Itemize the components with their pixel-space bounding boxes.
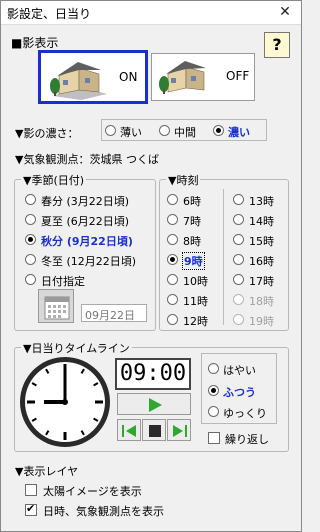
time-9-label: 9時 <box>182 252 205 270</box>
step-forward-button[interactable] <box>167 419 191 441</box>
time-11-label: 11時 <box>183 295 208 308</box>
house-shadow-icon <box>50 62 107 100</box>
date-field[interactable]: 09月22日 <box>81 304 147 322</box>
time-12-label: 12時 <box>183 315 208 328</box>
speed-radio-slow[interactable] <box>208 406 219 417</box>
speed-radio-fast[interactable] <box>208 363 219 374</box>
season-spring-label: 春分 (3月22日頃) <box>41 195 130 208</box>
time-radio-19 <box>233 314 244 325</box>
time-10-label: 10時 <box>183 275 208 288</box>
time-radio-10[interactable] <box>167 274 178 285</box>
title-bar: 影設定、日当り ✕ <box>1 1 301 25</box>
weather-station-label: ▼気象観測点：茨城県 つくば <box>15 153 159 166</box>
season-radio-spring[interactable] <box>25 194 36 205</box>
time-radio-14[interactable] <box>233 214 244 225</box>
time-radio-12[interactable] <box>167 314 178 325</box>
time-title: ▼時刻 <box>166 172 201 188</box>
time-radio-15[interactable] <box>233 234 244 245</box>
season-radio-date[interactable] <box>25 274 36 285</box>
time-19-label: 19時 <box>249 315 274 328</box>
shadow-settings-window: 影設定、日当り ✕ ■影表示 ? ON OFF ▼影の濃さ： 薄い 中間 濃い … <box>0 0 302 532</box>
time-divider <box>223 189 224 325</box>
season-radio-autumn[interactable] <box>25 234 36 245</box>
density-radio-thin[interactable] <box>105 125 116 136</box>
season-title: ▼季節(日付) <box>21 172 87 188</box>
time-radio-17[interactable] <box>233 274 244 285</box>
play-button[interactable] <box>117 393 191 415</box>
time-14-label: 14時 <box>249 215 274 228</box>
season-radio-winter[interactable] <box>25 254 36 265</box>
season-autumn-label: 秋分 (9月22日頃) <box>41 235 133 248</box>
stop-button[interactable] <box>142 419 166 441</box>
house-icon <box>159 61 206 94</box>
datetime-station-checkbox[interactable] <box>25 502 37 516</box>
time-7-label: 7時 <box>183 215 201 228</box>
repeat-label: 繰り返し <box>225 433 269 446</box>
repeat-checkbox[interactable] <box>208 432 220 444</box>
window-title: 影設定、日当り <box>7 7 92 21</box>
time-radio-7[interactable] <box>167 214 178 225</box>
sun-image-label: 太陽イメージを表示 <box>43 485 142 498</box>
on-label: ON <box>119 70 138 84</box>
time-16-label: 16時 <box>249 255 274 268</box>
play-icon <box>149 398 162 412</box>
time-8-label: 8時 <box>183 235 201 248</box>
time-radio-6[interactable] <box>167 194 178 205</box>
shadow-off-button[interactable]: OFF <box>151 53 255 101</box>
time-15-label: 15時 <box>249 235 274 248</box>
datetime-station-label: 日時、気象観測点を表示 <box>43 505 164 518</box>
speed-radio-normal[interactable] <box>208 385 219 396</box>
step-back-icon <box>122 425 136 437</box>
density-radio-medium[interactable] <box>159 125 170 136</box>
time-17-label: 17時 <box>249 275 274 288</box>
date-value: 09月22日 <box>85 309 135 322</box>
time-6-label: 6時 <box>183 195 201 208</box>
shadow-on-button[interactable]: ON <box>38 50 148 104</box>
density-dark-label: 濃い <box>228 126 250 139</box>
sun-image-checkbox[interactable] <box>25 484 37 496</box>
time-13-label: 13時 <box>249 195 274 208</box>
calendar-icon <box>44 296 70 320</box>
analog-clock-icon <box>20 357 110 447</box>
season-radio-summer[interactable] <box>25 214 36 225</box>
calendar-button[interactable] <box>38 289 74 323</box>
time-radio-8[interactable] <box>167 234 178 245</box>
density-medium-label: 中間 <box>174 126 196 139</box>
help-icon: ? <box>272 35 282 54</box>
time-radio-9[interactable] <box>167 254 178 265</box>
step-back-button[interactable] <box>117 419 141 441</box>
digital-time-value: 09:00 <box>119 361 187 386</box>
season-summer-label: 夏至 (6月22日頃) <box>41 215 130 228</box>
season-winter-label: 冬至 (12月22日頃) <box>41 255 137 268</box>
step-forward-icon <box>173 425 187 437</box>
time-radio-18 <box>233 294 244 305</box>
time-radio-11[interactable] <box>167 294 178 305</box>
shadow-display-heading: ■影表示 <box>11 36 59 50</box>
timeline-title: ▼日当りタイムライン <box>21 340 132 356</box>
density-radio-dark[interactable] <box>213 125 224 136</box>
digital-time-display: 09:00 <box>115 358 191 390</box>
help-button[interactable]: ? <box>264 32 290 58</box>
speed-fast-label: はやい <box>223 364 256 377</box>
speed-slow-label: ゆっくり <box>223 407 267 420</box>
season-date-label: 日付指定 <box>41 275 85 288</box>
density-thin-label: 薄い <box>120 126 142 139</box>
density-label: ▼影の濃さ： <box>15 127 79 140</box>
layers-heading: ▼表示レイヤ <box>15 465 79 478</box>
off-label: OFF <box>226 69 250 83</box>
time-radio-13[interactable] <box>233 194 244 205</box>
time-radio-16[interactable] <box>233 254 244 265</box>
speed-normal-label: ふつう <box>223 386 256 399</box>
stop-icon <box>149 425 161 437</box>
close-icon[interactable]: ✕ <box>269 1 301 25</box>
time-18-label: 18時 <box>249 295 274 308</box>
